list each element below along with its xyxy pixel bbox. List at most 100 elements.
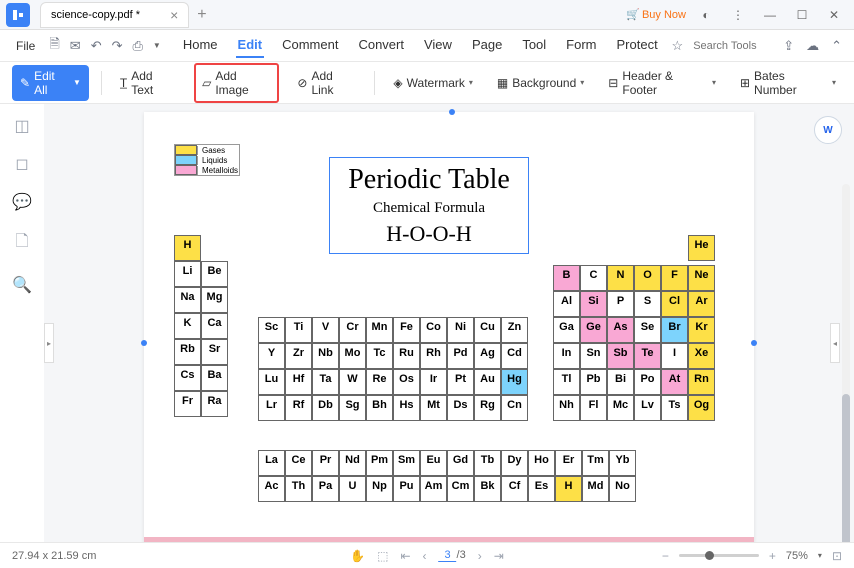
tab-view[interactable]: View xyxy=(422,33,454,58)
element-Cf: Cf xyxy=(501,476,528,502)
tab-convert[interactable]: Convert xyxy=(356,33,406,58)
print-icon[interactable]: ⎙ xyxy=(131,36,145,56)
element-Pb: Pb xyxy=(580,369,607,395)
comments-icon[interactable]: 💬 xyxy=(12,192,32,212)
buy-now-link[interactable]: 🛒Buy Now xyxy=(626,8,686,21)
close-button[interactable]: ✕ xyxy=(822,5,846,25)
pdf-page[interactable]: GasesLiquidsMetalloids Periodic Table Ch… xyxy=(144,112,754,542)
element-P: P xyxy=(607,291,634,317)
element-Co: Co xyxy=(420,317,447,343)
attachments-icon[interactable]: 🗋 xyxy=(16,230,29,257)
next-page-icon[interactable]: › xyxy=(478,549,482,563)
file-menu[interactable]: File xyxy=(10,37,41,55)
menu-icon[interactable]: ⋮ xyxy=(726,5,750,25)
canvas: ▸ ◂ GasesLiquidsMetalloids Periodic Tabl… xyxy=(44,104,854,542)
element-Sn: Sn xyxy=(580,343,607,369)
element-La: La xyxy=(258,450,285,476)
thumbnails-icon[interactable]: ◫ xyxy=(14,116,29,136)
edit-all-button[interactable]: ✎ Edit All▼ xyxy=(12,65,89,101)
tab-form[interactable]: Form xyxy=(564,33,598,58)
add-tab-button[interactable]: + xyxy=(197,6,206,24)
tab-protect[interactable]: Protect xyxy=(615,33,660,58)
element-Ts: Ts xyxy=(661,395,688,421)
element-Re: Re xyxy=(366,369,393,395)
element-Sc: Sc xyxy=(258,317,285,343)
element-Te: Te xyxy=(634,343,661,369)
add-image-button[interactable]: ▱Add Image xyxy=(194,63,279,103)
expand-right-icon[interactable]: ◂ xyxy=(830,323,840,363)
bates-number-button[interactable]: ⊞Bates Number▾ xyxy=(734,65,842,101)
element-H: H xyxy=(555,476,582,502)
element-Ge: Ge xyxy=(580,317,607,343)
tab-home[interactable]: Home xyxy=(181,33,220,58)
mail-icon[interactable]: ✉ xyxy=(68,36,83,56)
bookmarks-icon[interactable]: ◻ xyxy=(15,154,28,174)
word-export-badge[interactable]: W xyxy=(814,116,842,144)
zoom-out-icon[interactable]: − xyxy=(662,549,669,563)
maximize-button[interactable]: ☐ xyxy=(790,5,814,25)
element-Br: Br xyxy=(661,317,688,343)
close-tab-icon[interactable]: × xyxy=(170,7,178,23)
element-C: C xyxy=(580,265,607,291)
add-text-button[interactable]: T̲Add Text xyxy=(114,65,182,101)
element-Pt: Pt xyxy=(447,369,474,395)
redo-icon[interactable]: ↷ xyxy=(110,36,125,56)
scrollbar[interactable] xyxy=(842,184,850,542)
element-Lv: Lv xyxy=(634,395,661,421)
element-W: W xyxy=(339,369,366,395)
page-input[interactable] xyxy=(439,549,457,562)
legend-box: GasesLiquidsMetalloids xyxy=(174,144,240,176)
collapse-icon[interactable]: ⌃ xyxy=(829,36,844,56)
prev-page-icon[interactable]: ‹ xyxy=(423,549,427,563)
hand-tool-icon[interactable]: ✋ xyxy=(350,549,365,563)
user-icon[interactable]: ◐ xyxy=(694,5,718,25)
add-link-button[interactable]: ⊘Add Link xyxy=(291,65,362,101)
background-button[interactable]: ▦Background▾ xyxy=(491,72,590,94)
element-Rf: Rf xyxy=(285,395,312,421)
element-Sb: Sb xyxy=(607,343,634,369)
element-Sg: Sg xyxy=(339,395,366,421)
element-Tl: Tl xyxy=(553,369,580,395)
tab-page[interactable]: Page xyxy=(470,33,504,58)
element-As: As xyxy=(607,317,634,343)
save-icon[interactable]: 🗎 xyxy=(47,33,61,59)
share-icon[interactable]: ⇪ xyxy=(781,36,796,56)
undo-icon[interactable]: ↶ xyxy=(89,36,104,56)
select-tool-icon[interactable]: ⬚ xyxy=(377,549,388,563)
element-Ni: Ni xyxy=(447,317,474,343)
zoom-slider[interactable] xyxy=(679,554,759,557)
header-footer-button[interactable]: ⊟Header & Footer▾ xyxy=(602,65,722,101)
document-tab[interactable]: science-copy.pdf * × xyxy=(40,2,189,28)
tab-edit[interactable]: Edit xyxy=(236,33,265,58)
search-panel-icon[interactable]: 🔍 xyxy=(12,275,32,295)
element-In: In xyxy=(553,343,580,369)
expand-left-icon[interactable]: ▸ xyxy=(44,323,54,363)
element-Pr: Pr xyxy=(312,450,339,476)
minimize-button[interactable]: — xyxy=(758,5,782,25)
footer-bar xyxy=(144,537,754,542)
element-Ne: Ne xyxy=(688,265,715,291)
watermark-button[interactable]: ◈Watermark▾ xyxy=(387,72,478,94)
element-Ca: Ca xyxy=(201,313,228,339)
element-Ar: Ar xyxy=(688,291,715,317)
left-sidebar: ◫ ◻ 💬 🗋 🔍 xyxy=(0,104,44,542)
element-Rg: Rg xyxy=(474,395,501,421)
fit-page-icon[interactable]: ⊡ xyxy=(832,549,842,563)
element-Hs: Hs xyxy=(393,395,420,421)
search-icon: ☆ xyxy=(670,36,686,56)
zoom-in-icon[interactable]: + xyxy=(769,549,776,563)
tab-tool[interactable]: Tool xyxy=(520,33,548,58)
element-Es: Es xyxy=(528,476,555,502)
search-tools-input[interactable] xyxy=(693,40,773,52)
element-Cn: Cn xyxy=(501,395,528,421)
tab-comment[interactable]: Comment xyxy=(280,33,340,58)
zoom-dropdown[interactable]: ▾ xyxy=(818,551,822,560)
element-Ga: Ga xyxy=(553,317,580,343)
subtitle: Chemical Formula xyxy=(346,200,512,217)
qat-dropdown[interactable]: ▼ xyxy=(151,39,163,52)
last-page-icon[interactable]: ⇥ xyxy=(494,549,504,563)
element-Ag: Ag xyxy=(474,343,501,369)
first-page-icon[interactable]: ⇤ xyxy=(400,549,410,563)
cloud-icon[interactable]: ☁ xyxy=(804,36,821,56)
element-Np: Np xyxy=(366,476,393,502)
